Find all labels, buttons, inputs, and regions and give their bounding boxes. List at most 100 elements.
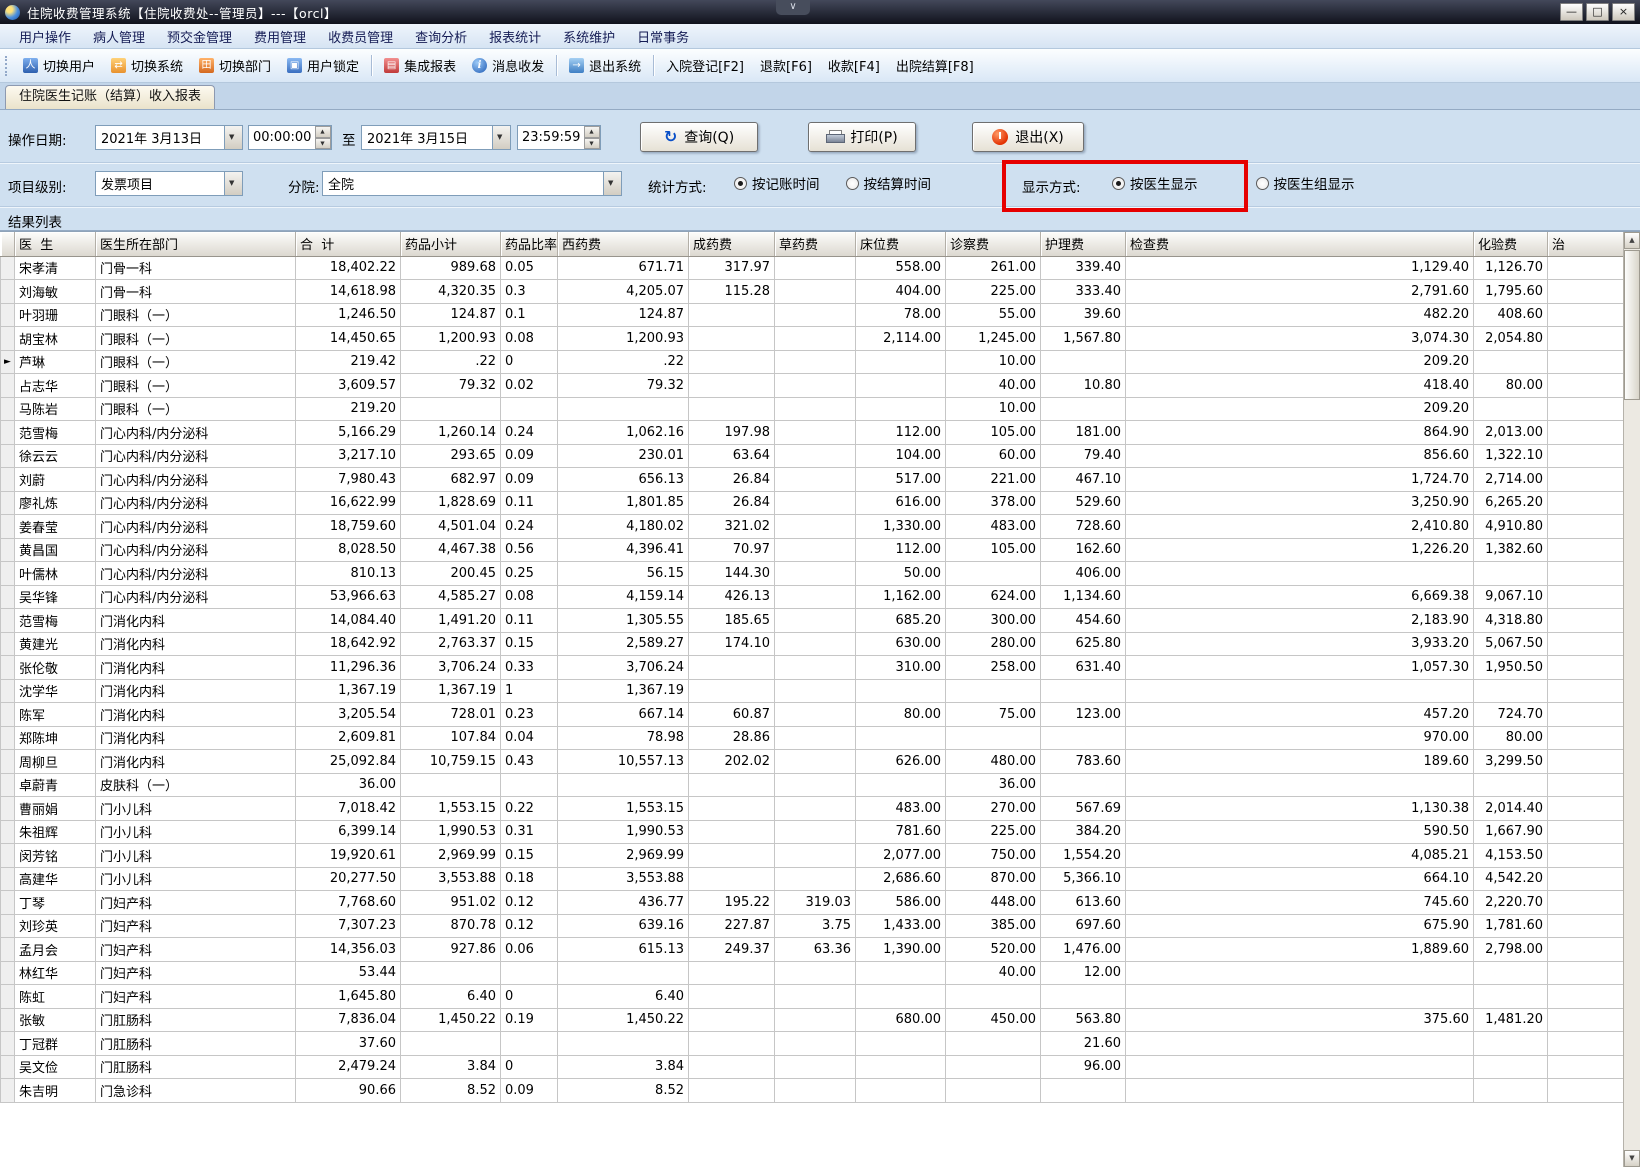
column-header-草药费[interactable]: 草药费 — [774, 232, 856, 257]
date-from-select[interactable]: 2021年 3月13日 — [95, 125, 243, 150]
minimize-button[interactable]: — — [1560, 3, 1583, 21]
table-row[interactable]: 叶羽珊 门眼科（一） 1,246.50 124.87 0.1 124.87 78.00 55.… — [0, 302, 1624, 327]
menu-item-系统维护[interactable]: 系统维护 — [552, 24, 626, 49]
scroll-up-icon[interactable]: ▲ — [1624, 232, 1640, 249]
toolbar-button-switch-department[interactable]: 田切换部门 — [191, 52, 279, 79]
table-row[interactable]: 刘蔚 门心内科/内分泌科 7,980.43 682.97 0.09 656.13 26.84… — [0, 467, 1624, 492]
table-row[interactable]: 廖礼炼 门心内科/内分泌科 16,622.99 1,828.69 0.11 1,801.8… — [0, 490, 1624, 515]
dropdown-arrow-icon[interactable] — [224, 126, 242, 149]
time-to-input[interactable]: 23:59:59 — [517, 125, 601, 150]
tab-inpatient-doctor-report[interactable]: 住院医生记账（结算）收入报表 — [5, 85, 216, 109]
table-row[interactable]: 张敏 门肛肠科 7,836.04 1,450.22 0.19 1,450.22 680.00… — [0, 1007, 1624, 1032]
menu-item-日常事务[interactable]: 日常事务 — [626, 24, 700, 49]
table-row[interactable]: 张伦敬 门消化内科 11,296.36 3,706.24 0.33 3,706.24 310… — [0, 655, 1624, 680]
column-header-药品比率[interactable]: 药品比率 — [500, 232, 558, 257]
table-row[interactable]: 高建华 门小儿科 20,277.50 3,553.88 0.18 3,553.88 2,68… — [0, 866, 1624, 891]
column-header-医生[interactable]: 医 生 — [14, 232, 96, 257]
spin-down-icon[interactable] — [584, 137, 600, 149]
exit-button[interactable]: 退出(X) — [972, 122, 1084, 152]
menu-item-报表统计[interactable]: 报表统计 — [478, 24, 552, 49]
column-header-诊察费[interactable]: 诊察费 — [945, 232, 1041, 257]
table-row[interactable]: 马陈岩 门眼科（一） 219.20 10.00 209.20 — [0, 396, 1624, 421]
toolbar-button-switch-user[interactable]: 人切换用户 — [15, 52, 103, 79]
scroll-down-icon[interactable]: ▼ — [1624, 1150, 1640, 1167]
column-header-成药费[interactable]: 成药费 — [688, 232, 775, 257]
toolbar-button-user-lock[interactable]: ▣ 用户锁定 — [279, 52, 367, 79]
item-level-select[interactable]: 发票项目 — [95, 171, 243, 196]
table-row[interactable]: 刘海敏 门骨一科 14,618.98 4,320.35 0.3 4,205.07 115.2… — [0, 279, 1624, 304]
table-row[interactable]: 黄建光 门消化内科 18,642.92 2,763.37 0.15 2,589.27 174… — [0, 631, 1624, 656]
dropdown-arrow-icon[interactable] — [603, 172, 621, 195]
menu-item-查询分析[interactable]: 查询分析 — [404, 24, 478, 49]
toolbar-button-退款[F6][interactable]: 退款[F6] — [752, 52, 820, 79]
table-row[interactable]: 卓蔚青 皮肤科（一） 36.00 36.00 — [0, 772, 1624, 797]
column-header-床位费[interactable]: 床位费 — [855, 232, 946, 257]
toolbar-button-exit-system[interactable]: → 退出系统 — [561, 52, 649, 79]
toolbar-button-入院登记[F2][interactable]: 入院登记[F2] — [658, 52, 752, 79]
table-row[interactable]: 丁冠群 门肛肠科 37.60 21.60 — [0, 1031, 1624, 1056]
table-row[interactable]: 陈虹 门妇产科 1,645.80 6.40 0 6.40 — [0, 984, 1624, 1009]
table-row[interactable]: 吴文俭 门肛肠科 2,479.24 3.84 0 3.84 96.00 — [0, 1054, 1624, 1079]
table-row[interactable]: 徐云云 门心内科/内分泌科 3,217.10 293.65 0.09 230.01 63.6… — [0, 443, 1624, 468]
column-header-医生所在部门[interactable]: 医生所在部门 — [95, 232, 296, 257]
menu-item-收费员管理[interactable]: 收费员管理 — [317, 24, 404, 49]
table-row[interactable]: 孟月会 门妇产科 14,356.03 927.86 0.06 615.13 249.37 63… — [0, 937, 1624, 962]
column-header-化验费[interactable]: 化验费 — [1473, 232, 1548, 257]
table-row[interactable]: 吴华锋 门心内科/内分泌科 53,966.63 4,585.27 0.08 4,159.1… — [0, 584, 1624, 609]
column-header-合计[interactable]: 合 计 — [295, 232, 401, 257]
toolbar-button-出院结算[F8][interactable]: 出院结算[F8] — [888, 52, 982, 79]
table-row[interactable]: 叶儒林 门心内科/内分泌科 810.13 200.45 0.25 56.15 144.30 5… — [0, 561, 1624, 586]
table-row[interactable]: 郑陈坤 门消化内科 2,609.81 107.84 0.04 78.98 28.86 970.… — [0, 725, 1624, 750]
toolbar-button-收款[F4][interactable]: 收款[F4] — [820, 52, 888, 79]
menu-item-费用管理[interactable]: 费用管理 — [243, 24, 317, 49]
query-button[interactable]: ↻ 查询(Q) — [640, 122, 758, 152]
menu-item-用户操作[interactable]: 用户操作 — [8, 24, 82, 49]
toolbar-button-integrated-report[interactable]: ▤ 集成报表 — [376, 52, 464, 79]
table-row[interactable]: 胡宝林 门眼科（一） 14,450.65 1,200.93 0.08 1,200.93 2,… — [0, 326, 1624, 351]
table-row[interactable]: 黄昌国 门心内科/内分泌科 8,028.50 4,467.38 0.56 4,396.41… — [0, 537, 1624, 562]
table-row[interactable]: 范雪梅 门心内科/内分泌科 5,166.29 1,260.14 0.24 1,062.16… — [0, 420, 1624, 445]
spin-down-icon[interactable] — [315, 137, 331, 149]
toolbar-button-message[interactable]: i 消息收发 — [464, 52, 552, 79]
time-from-input[interactable]: 00:00:00 — [248, 125, 332, 150]
table-row[interactable]: 周柳旦 门消化内科 25,092.84 10,759.15 0.43 10,557.13 2… — [0, 749, 1624, 774]
radio-display-按医生组显示[interactable]: 按医生组显示 — [1255, 173, 1355, 193]
table-row[interactable]: 刘珍英 门妇产科 7,307.23 870.78 0.12 639.16 227.87 3.7… — [0, 913, 1624, 938]
column-header-西药费[interactable]: 西药费 — [557, 232, 689, 257]
print-button[interactable]: 打印(P) — [808, 122, 916, 152]
radio-stat-按记账时间[interactable]: 按记账时间 — [734, 173, 820, 193]
dropdown-arrow-icon[interactable] — [492, 126, 510, 149]
toolbar-button-switch-system[interactable]: ⇄ 切换系统 — [103, 52, 191, 79]
table-row[interactable]: 闵芳铭 门小儿科 19,920.61 2,969.99 0.15 2,969.99 2,07… — [0, 843, 1624, 868]
table-row[interactable]: 朱吉明 门急诊科 90.66 8.52 0.09 8.52 — [0, 1078, 1624, 1103]
dropdown-arrow-icon[interactable] — [224, 172, 242, 195]
table-row[interactable]: 朱祖辉 门小儿科 6,399.14 1,990.53 0.31 1,990.53 781.6… — [0, 819, 1624, 844]
menu-item-预交金管理[interactable]: 预交金管理 — [156, 24, 243, 49]
column-header-partial[interactable]: 治 — [1547, 232, 1624, 257]
table-row[interactable]: 姜春莹 门心内科/内分泌科 18,759.60 4,501.04 0.24 4,180.0… — [0, 514, 1624, 539]
column-header-药品小计[interactable]: 药品小计 — [400, 232, 501, 257]
table-row[interactable]: 陈军 门消化内科 3,205.54 728.01 0.23 667.14 60.87 80.0… — [0, 702, 1624, 727]
table-row[interactable]: 范雪梅 门消化内科 14,084.40 1,491.20 0.11 1,305.55 185… — [0, 608, 1624, 633]
titlebar-chevron-icon[interactable]: ∨ — [776, 0, 810, 15]
radio-stat-按结算时间[interactable]: 按结算时间 — [845, 173, 931, 193]
vertical-scrollbar[interactable]: ▲ ▼ — [1623, 232, 1640, 1167]
table-row[interactable]: 曹丽娟 门小儿科 7,018.42 1,553.15 0.22 1,553.15 483.0… — [0, 796, 1624, 821]
column-header-护理费[interactable]: 护理费 — [1040, 232, 1126, 257]
menu-item-病人管理[interactable]: 病人管理 — [82, 24, 156, 49]
table-row[interactable]: 丁琴 门妇产科 7,768.60 951.02 0.12 436.77 195.22 319.… — [0, 890, 1624, 915]
column-header-检查费[interactable]: 检查费 — [1125, 232, 1474, 257]
table-row[interactable]: 宋孝清 门骨一科 18,402.22 989.68 0.05 671.71 317.97 55… — [0, 255, 1624, 280]
table-row[interactable]: 沈学华 门消化内科 1,367.19 1,367.19 1 1,367.19 — [0, 678, 1624, 703]
spin-up-icon[interactable] — [315, 126, 331, 138]
radio-display-按医生显示[interactable]: 按医生显示 — [1112, 173, 1198, 193]
scrollbar-thumb[interactable] — [1624, 250, 1640, 400]
table-row[interactable]: 林红华 门妇产科 53.44 40.00 12.00 — [0, 960, 1624, 985]
table-row[interactable]: 占志华 门眼科（一） 3,609.57 79.32 0.02 79.32 40.00 10.8… — [0, 373, 1624, 398]
table-row[interactable]: ► 芦琳 门眼科（一） 219.42.22 0.22 10.00 209.20 — [0, 349, 1624, 374]
spin-up-icon[interactable] — [584, 126, 600, 138]
date-to-select[interactable]: 2021年 3月15日 — [361, 125, 511, 150]
branch-select[interactable]: 全院 — [322, 171, 622, 196]
close-button[interactable]: × — [1612, 3, 1635, 21]
maximize-button[interactable]: □ — [1586, 3, 1609, 21]
